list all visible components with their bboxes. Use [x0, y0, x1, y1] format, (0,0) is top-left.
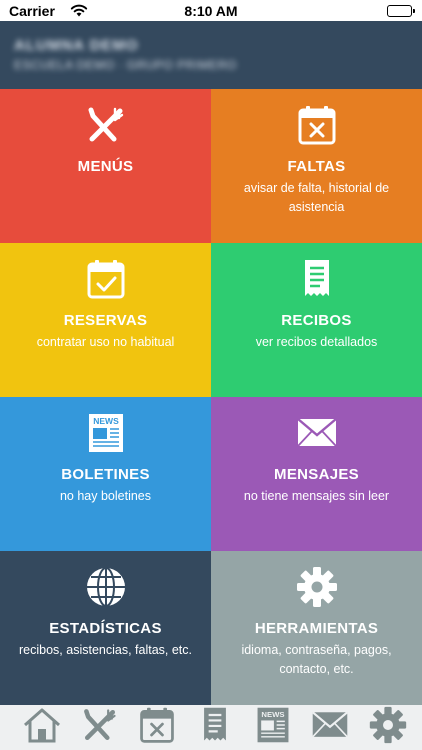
reservas-tile[interactable]: RESERVAS contratar uso no habitual: [0, 243, 211, 397]
mensajes-description: no tiene mensajes sin leer: [243, 489, 390, 503]
newspaper-icon: NEWS: [0, 411, 211, 455]
battery-icon: [387, 5, 415, 17]
faltas-description: avisar de falta, historial de asistencia: [243, 181, 390, 214]
gear-icon: [368, 705, 408, 750]
gear-icon: [211, 565, 422, 609]
tab-boletines[interactable]: NEWS: [251, 707, 295, 749]
home-icon: [22, 706, 62, 749]
svg-text:NEWS: NEWS: [93, 416, 119, 426]
envelope-icon: [310, 705, 350, 750]
tab-recibos[interactable]: [193, 707, 237, 749]
status-bar: Carrier 8:10 AM: [0, 0, 422, 21]
herramientas-tile[interactable]: HERRAMIENTAS idioma, contraseña, pagos, …: [211, 551, 422, 705]
bottom-tab-bar: NEWS: [0, 705, 422, 750]
herramientas-title: HERRAMIENTAS: [254, 620, 379, 637]
boletines-tile[interactable]: NEWS BOLETINES no hay boletines: [0, 397, 211, 551]
menus-tile[interactable]: MENÚS: [0, 89, 211, 243]
globe-icon: [0, 565, 211, 609]
dashboard-grid: MENÚS FALTAS avisar de falta, historial …: [0, 89, 422, 705]
menus-title: MENÚS: [77, 158, 134, 175]
receipt-icon: [195, 705, 235, 750]
reservas-description: contratar uso no habitual: [36, 335, 175, 349]
cutlery-icon: [0, 103, 211, 147]
tab-faltas[interactable]: [135, 707, 179, 749]
tab-menus[interactable]: [78, 707, 122, 749]
boletines-title: BOLETINES: [61, 466, 150, 483]
newspaper-icon: NEWS: [253, 705, 293, 750]
recibos-description: ver recibos detallados: [255, 335, 378, 349]
estadisticas-title: ESTADÍSTICAS: [49, 620, 162, 637]
user-name: ALUMNA DEMO: [14, 37, 139, 54]
calendar-cross-icon: [211, 103, 422, 147]
tab-herramientas[interactable]: [366, 705, 410, 750]
clock: 8:10 AM: [184, 3, 238, 19]
tab-mensajes[interactable]: [308, 707, 352, 749]
mensajes-tile[interactable]: MENSAJES no tiene mensajes sin leer: [211, 397, 422, 551]
user-header: ALUMNA DEMO ESCUELA DEMO · GRUPO PRIMERO: [0, 21, 422, 89]
estadisticas-tile[interactable]: ESTADÍSTICAS recibos, asistencias, falta…: [0, 551, 211, 705]
receipt-icon: [211, 257, 422, 301]
svg-text:NEWS: NEWS: [261, 710, 284, 719]
faltas-title: FALTAS: [287, 158, 346, 175]
calendar-cross-icon: [137, 705, 177, 750]
herramientas-description: idioma, contraseña, pagos, contacto, etc…: [241, 643, 392, 676]
mensajes-title: MENSAJES: [274, 466, 359, 483]
reservas-title: RESERVAS: [63, 312, 148, 329]
boletines-description: no hay boletines: [59, 489, 152, 503]
tab-home[interactable]: [20, 707, 64, 749]
envelope-icon: [211, 411, 422, 455]
calendar-check-icon: [0, 257, 211, 301]
faltas-tile[interactable]: FALTAS avisar de falta, historial de asi…: [211, 89, 422, 243]
user-details: ESCUELA DEMO · GRUPO PRIMERO: [14, 58, 237, 72]
recibos-tile[interactable]: RECIBOS ver recibos detallados: [211, 243, 422, 397]
recibos-title: RECIBOS: [281, 312, 352, 329]
cutlery-icon: [80, 705, 120, 750]
estadisticas-description: recibos, asistencias, faltas, etc.: [19, 643, 192, 657]
